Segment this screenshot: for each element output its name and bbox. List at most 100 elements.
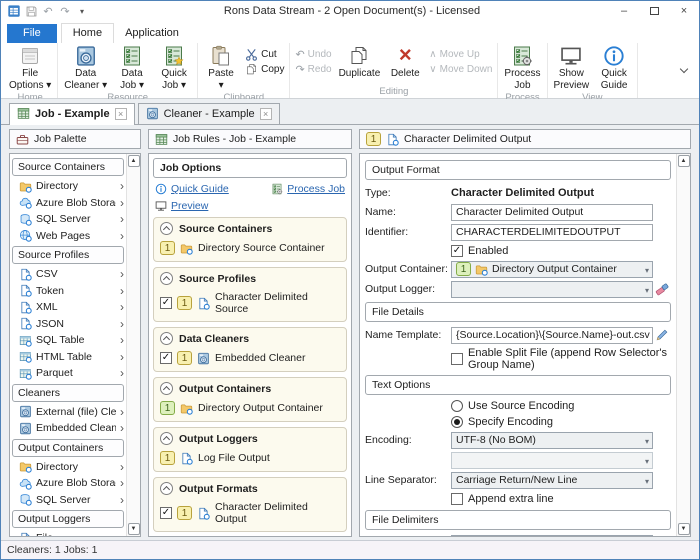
name-template-input[interactable]: {Source.Location}\{Source.Name}-out.csv [451,327,653,344]
chevron-right-icon [120,352,124,362]
section-file-delimiters[interactable]: File Delimiters [365,510,671,530]
palette-item-sql-server[interactable]: SQL Server [12,211,126,228]
encoding-secondary-select[interactable] [451,452,653,469]
line-separator-select[interactable]: Carriage Return/New Line [451,472,653,489]
collapse-icon[interactable] [160,482,173,495]
palette-item-sql-table[interactable]: SQL Table [12,332,126,349]
palette-section-source-profiles[interactable]: Source Profiles [12,246,124,264]
name-input[interactable]: Character Delimited Output [451,204,653,221]
redo-button[interactable]: Redo [293,62,333,76]
section-output-format[interactable]: Output Format [365,160,671,180]
tab-file[interactable]: File [7,24,57,43]
checkbox[interactable] [160,507,172,519]
use-source-encoding-radio[interactable] [451,400,463,412]
checkbox[interactable] [160,352,172,364]
identifier-input[interactable]: CHARACTERDELIMITEDOUTPUT [451,224,653,241]
undo-icon[interactable] [41,4,55,18]
undo-button[interactable]: Undo [293,47,333,61]
palette-item-file-logger[interactable]: File [12,530,126,536]
split-file-checkbox[interactable] [451,353,463,365]
save-icon[interactable] [24,4,38,18]
scroll-down-icon[interactable] [678,523,690,535]
scroll-up-icon[interactable] [128,155,140,167]
quick-guide-link[interactable]: Quick Guide [155,183,229,195]
output-container-select[interactable]: 1 Directory Output Container [451,261,653,278]
palette-item-xml[interactable]: XML [12,299,126,316]
palette-item-directory[interactable]: Directory [12,178,126,195]
collapse-icon[interactable] [160,272,173,285]
palette-item-sql-server-output[interactable]: SQL Server [12,492,126,509]
field-open-select[interactable]: " [451,535,653,537]
maximize-button[interactable] [639,1,669,21]
duplicate-button[interactable]: Duplicate [336,44,384,80]
pencil-icon[interactable] [655,328,669,342]
palette-item-azure-blob-storage[interactable]: Azure Blob Storage [12,195,126,212]
delete-button[interactable]: Delete [385,44,425,80]
properties-scrollbar[interactable] [676,154,690,536]
close-tab-icon[interactable] [260,108,272,120]
quick-guide-button[interactable]: Quick Guide [594,44,634,91]
minimize-button[interactable]: – [609,1,639,21]
section-text-options[interactable]: Text Options [365,375,671,395]
redo-icon[interactable] [58,4,72,18]
scroll-down-icon[interactable] [128,523,140,535]
palette-item-external-file-clean[interactable]: External (file) Clean [12,404,126,421]
palette-item-token[interactable]: Token [12,283,126,300]
palette-section-output-containers[interactable]: Output Containers [12,439,124,457]
close-button[interactable]: × [669,1,699,21]
palette-section-output-loggers[interactable]: Output Loggers [12,510,124,528]
process-job-link[interactable]: Process Job [271,183,345,195]
move-down-button[interactable]: Move Down [427,62,494,76]
card-row-log-file-output[interactable]: 1 Log File Output [160,451,340,465]
job-options-header[interactable]: Job Options [153,158,347,178]
eraser-icon[interactable] [655,282,669,296]
append-extra-line-checkbox[interactable] [451,493,463,505]
collapse-icon[interactable] [160,332,173,345]
collapse-icon[interactable] [160,222,173,235]
specify-encoding-radio[interactable] [451,416,463,428]
enabled-checkbox[interactable] [451,245,463,257]
card-row-directory-output-container[interactable]: 1 Directory Output Container [160,401,340,415]
copy-button[interactable]: Copy [243,62,286,76]
quick-job-button[interactable]: Quick Job ▾ [154,44,194,91]
ribbon-collapse-button[interactable] [677,63,691,77]
show-preview-button[interactable]: Show Preview [551,44,593,91]
card-row-embedded-cleaner[interactable]: 1 Embedded Cleaner [160,351,340,365]
scroll-up-icon[interactable] [678,155,690,167]
process-job-button[interactable]: Process Job [501,44,543,91]
preview-link[interactable]: Preview [155,200,208,212]
move-up-button[interactable]: Move Up [427,47,494,61]
data-job-button[interactable]: Data Job ▾ [112,44,152,91]
palette-item-web-pages[interactable]: Web Pages [12,228,126,245]
palette-section-source-containers[interactable]: Source Containers [12,158,124,176]
qat-dropdown-icon[interactable] [75,4,89,18]
paste-button[interactable]: Paste ▾ [201,44,241,91]
collapse-icon[interactable] [160,382,173,395]
tab-application[interactable]: Application [114,24,190,43]
palette-item-json[interactable]: JSON [12,316,126,333]
palette-item-embedded-cleaner[interactable]: Embedded Cleaner [12,420,126,437]
tab-home[interactable]: Home [61,23,114,43]
card-row-character-delimited-output[interactable]: 1 Character Delimited Output [160,501,340,525]
checkbox[interactable] [160,297,172,309]
doc-tab-job-example[interactable]: Job - Example [9,103,135,125]
section-file-details[interactable]: File Details [365,302,671,322]
output-logger-select[interactable] [451,281,653,298]
encoding-select[interactable]: UTF-8 (No BOM) [451,432,653,449]
palette-item-html-table[interactable]: HTML Table [12,349,126,366]
data-cleaner-button[interactable]: Data Cleaner ▾ [61,44,110,91]
palette-scrollbar[interactable] [126,154,140,536]
palette-item-directory-output[interactable]: Directory [12,459,126,476]
card-row-directory-source-container[interactable]: 1 Directory Source Container [160,241,340,255]
doc-tab-cleaner-example[interactable]: Cleaner - Example [138,103,280,124]
palette-section-cleaners[interactable]: Cleaners [12,384,124,402]
palette-item-azure-blob-storage-output[interactable]: Azure Blob Storage [12,475,126,492]
palette-item-parquet[interactable]: Parquet [12,365,126,382]
close-tab-icon[interactable] [115,108,127,120]
cut-button[interactable]: Cut [243,47,286,61]
ribbon-group-process: Process Job Process [498,43,547,98]
file-options-button[interactable]: File Options ▾ [6,44,54,91]
palette-item-csv[interactable]: CSV [12,266,126,283]
card-row-character-delimited-source[interactable]: 1 Character Delimited Source [160,291,340,315]
collapse-icon[interactable] [160,432,173,445]
